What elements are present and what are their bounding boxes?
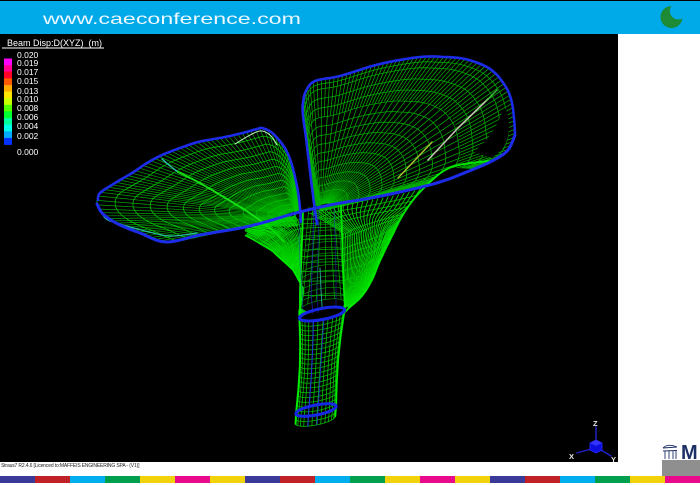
svg-text:Y: Y — [611, 455, 616, 462]
svg-text:X: X — [569, 452, 574, 461]
svg-text:Z: Z — [593, 419, 598, 428]
